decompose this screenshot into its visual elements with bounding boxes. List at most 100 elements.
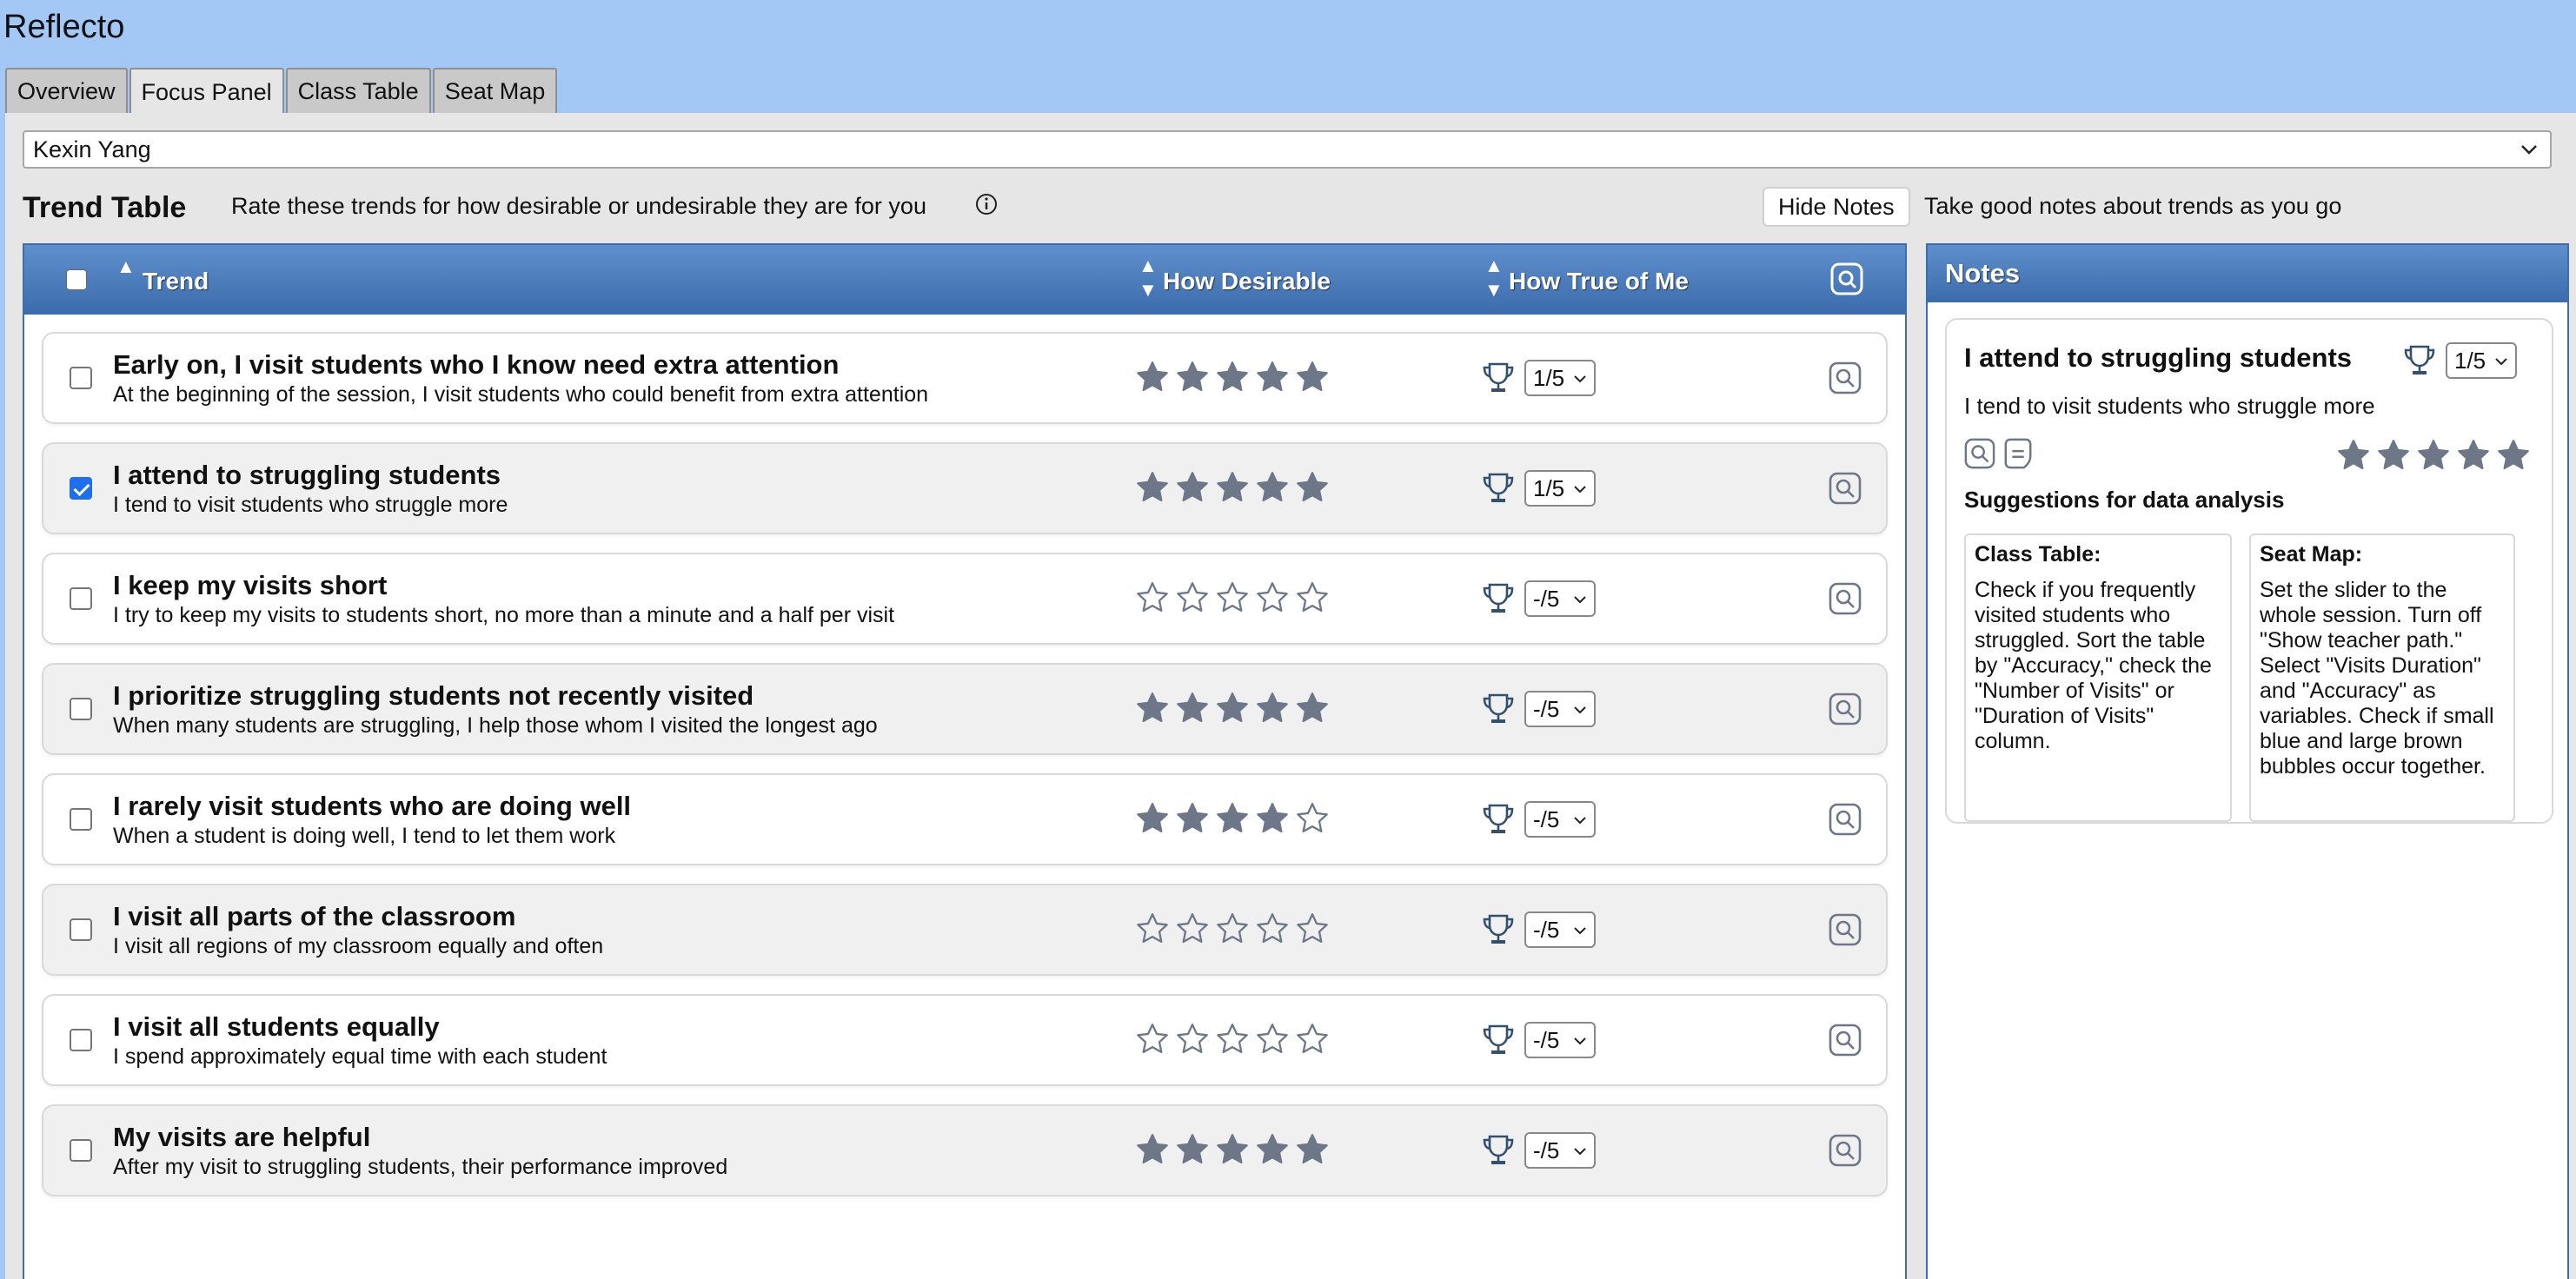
tab-focus-panel[interactable]: Focus Panel xyxy=(129,68,284,115)
desirability-stars[interactable] xyxy=(1135,1022,1335,1055)
trend-row[interactable]: My visits are helpful After my visit to s… xyxy=(42,1104,1888,1196)
star-icon[interactable] xyxy=(1295,580,1330,613)
zoom-icon[interactable] xyxy=(1829,582,1862,615)
star-icon[interactable] xyxy=(1175,360,1210,393)
star-icon[interactable] xyxy=(1295,911,1330,944)
true-of-me-select[interactable]: 1/5 xyxy=(1524,470,1596,507)
row-checkbox[interactable] xyxy=(70,918,92,941)
star-icon[interactable] xyxy=(2496,438,2531,471)
zoom-icon[interactable] xyxy=(1829,693,1862,726)
star-icon[interactable] xyxy=(1135,580,1170,613)
star-icon[interactable] xyxy=(1135,1132,1170,1165)
star-icon[interactable] xyxy=(1175,1132,1210,1165)
note-rating-select[interactable]: 1/5 xyxy=(2446,342,2517,379)
star-icon[interactable] xyxy=(1295,1022,1330,1055)
star-icon[interactable] xyxy=(2416,438,2451,471)
trend-row[interactable]: I visit all students equally I spend appr… xyxy=(42,994,1888,1086)
tab-seat-map[interactable]: Seat Map xyxy=(432,68,558,113)
star-icon[interactable] xyxy=(1215,911,1250,944)
star-icon[interactable] xyxy=(2456,438,2491,471)
hide-notes-button[interactable]: Hide Notes xyxy=(1763,187,1910,227)
desirability-stars[interactable] xyxy=(1135,691,1335,724)
sort-desirable-icon[interactable]: ▲ ▼ xyxy=(1139,254,1158,302)
star-icon[interactable] xyxy=(1135,470,1170,503)
star-icon[interactable] xyxy=(1255,360,1290,393)
desirability-stars[interactable] xyxy=(1135,580,1335,613)
note-icon[interactable] xyxy=(2002,438,2034,469)
star-icon[interactable] xyxy=(1255,801,1290,834)
star-icon[interactable] xyxy=(1215,360,1250,393)
star-icon[interactable] xyxy=(1135,691,1170,724)
desirability-stars[interactable] xyxy=(1135,1132,1335,1165)
true-of-me-select[interactable]: -/5 xyxy=(1524,1022,1596,1058)
star-icon[interactable] xyxy=(1255,1132,1290,1165)
star-icon[interactable] xyxy=(1175,911,1210,944)
star-icon[interactable] xyxy=(1175,1022,1210,1055)
true-of-me-select[interactable]: -/5 xyxy=(1524,801,1596,838)
star-icon[interactable] xyxy=(1215,1022,1250,1055)
info-icon[interactable] xyxy=(973,191,999,217)
column-header-trend[interactable]: Trend xyxy=(143,268,209,295)
star-icon[interactable] xyxy=(1135,911,1170,944)
star-icon[interactable] xyxy=(1135,1022,1170,1055)
desirability-stars[interactable] xyxy=(1135,801,1335,834)
column-header-true-of-me[interactable]: How True of Me xyxy=(1509,268,1689,295)
desirability-stars[interactable] xyxy=(1135,911,1335,944)
star-icon[interactable] xyxy=(1295,470,1330,503)
column-header-desirable[interactable]: How Desirable xyxy=(1163,268,1331,295)
star-icon[interactable] xyxy=(1255,911,1290,944)
star-icon[interactable] xyxy=(1255,1022,1290,1055)
true-of-me-select[interactable]: -/5 xyxy=(1524,580,1596,617)
trend-row[interactable]: Early on, I visit students who I know ne… xyxy=(42,332,1888,424)
desirability-stars[interactable] xyxy=(1135,470,1335,503)
row-checkbox[interactable] xyxy=(70,367,92,389)
star-icon[interactable] xyxy=(2336,438,2371,471)
star-icon[interactable] xyxy=(1295,360,1330,393)
star-icon[interactable] xyxy=(1135,801,1170,834)
star-icon[interactable] xyxy=(1175,691,1210,724)
select-all-checkbox[interactable] xyxy=(66,269,87,290)
star-icon[interactable] xyxy=(1215,691,1250,724)
note-star-rating[interactable] xyxy=(2336,438,2536,471)
star-icon[interactable] xyxy=(1295,801,1330,834)
row-checkbox[interactable] xyxy=(70,808,92,831)
star-icon[interactable] xyxy=(1175,470,1210,503)
zoom-icon[interactable] xyxy=(1829,361,1862,394)
star-icon[interactable] xyxy=(1215,580,1250,613)
star-icon[interactable] xyxy=(2376,438,2411,471)
true-of-me-select[interactable]: -/5 xyxy=(1524,911,1596,948)
row-checkbox[interactable] xyxy=(70,1139,92,1162)
star-icon[interactable] xyxy=(1135,360,1170,393)
zoom-icon[interactable] xyxy=(1964,438,1995,469)
star-icon[interactable] xyxy=(1215,801,1250,834)
star-icon[interactable] xyxy=(1215,470,1250,503)
star-icon[interactable] xyxy=(1175,801,1210,834)
zoom-icon[interactable] xyxy=(1829,472,1862,505)
trend-row[interactable]: I visit all parts of the classroom I visi… xyxy=(42,884,1888,976)
tab-class-table[interactable]: Class Table xyxy=(285,68,431,113)
trend-row[interactable]: I prioritize struggling students not rec… xyxy=(42,663,1888,755)
zoom-icon[interactable] xyxy=(1829,913,1862,946)
trend-row[interactable]: I keep my visits short I try to keep my v… xyxy=(42,553,1888,645)
star-icon[interactable] xyxy=(1255,470,1290,503)
row-checkbox[interactable] xyxy=(70,477,92,500)
true-of-me-select[interactable]: 1/5 xyxy=(1524,360,1596,396)
row-checkbox[interactable] xyxy=(70,698,92,720)
trend-row[interactable]: I attend to struggling students I tend to… xyxy=(42,442,1888,534)
zoom-icon[interactable] xyxy=(1829,1134,1862,1167)
star-icon[interactable] xyxy=(1295,691,1330,724)
true-of-me-select[interactable]: -/5 xyxy=(1524,691,1596,727)
star-icon[interactable] xyxy=(1175,580,1210,613)
star-icon[interactable] xyxy=(1295,1132,1330,1165)
row-checkbox[interactable] xyxy=(70,587,92,610)
star-icon[interactable] xyxy=(1255,580,1290,613)
tab-overview[interactable]: Overview xyxy=(5,68,128,113)
sort-true-of-me-icon[interactable]: ▲ ▼ xyxy=(1484,254,1504,302)
star-icon[interactable] xyxy=(1215,1132,1250,1165)
desirability-stars[interactable] xyxy=(1135,360,1335,393)
zoom-icon[interactable] xyxy=(1829,1024,1862,1057)
row-checkbox[interactable] xyxy=(70,1029,92,1051)
zoom-all-icon[interactable] xyxy=(1830,262,1863,295)
true-of-me-select[interactable]: -/5 xyxy=(1524,1132,1596,1169)
sort-asc-icon[interactable]: ▲ xyxy=(116,255,136,278)
